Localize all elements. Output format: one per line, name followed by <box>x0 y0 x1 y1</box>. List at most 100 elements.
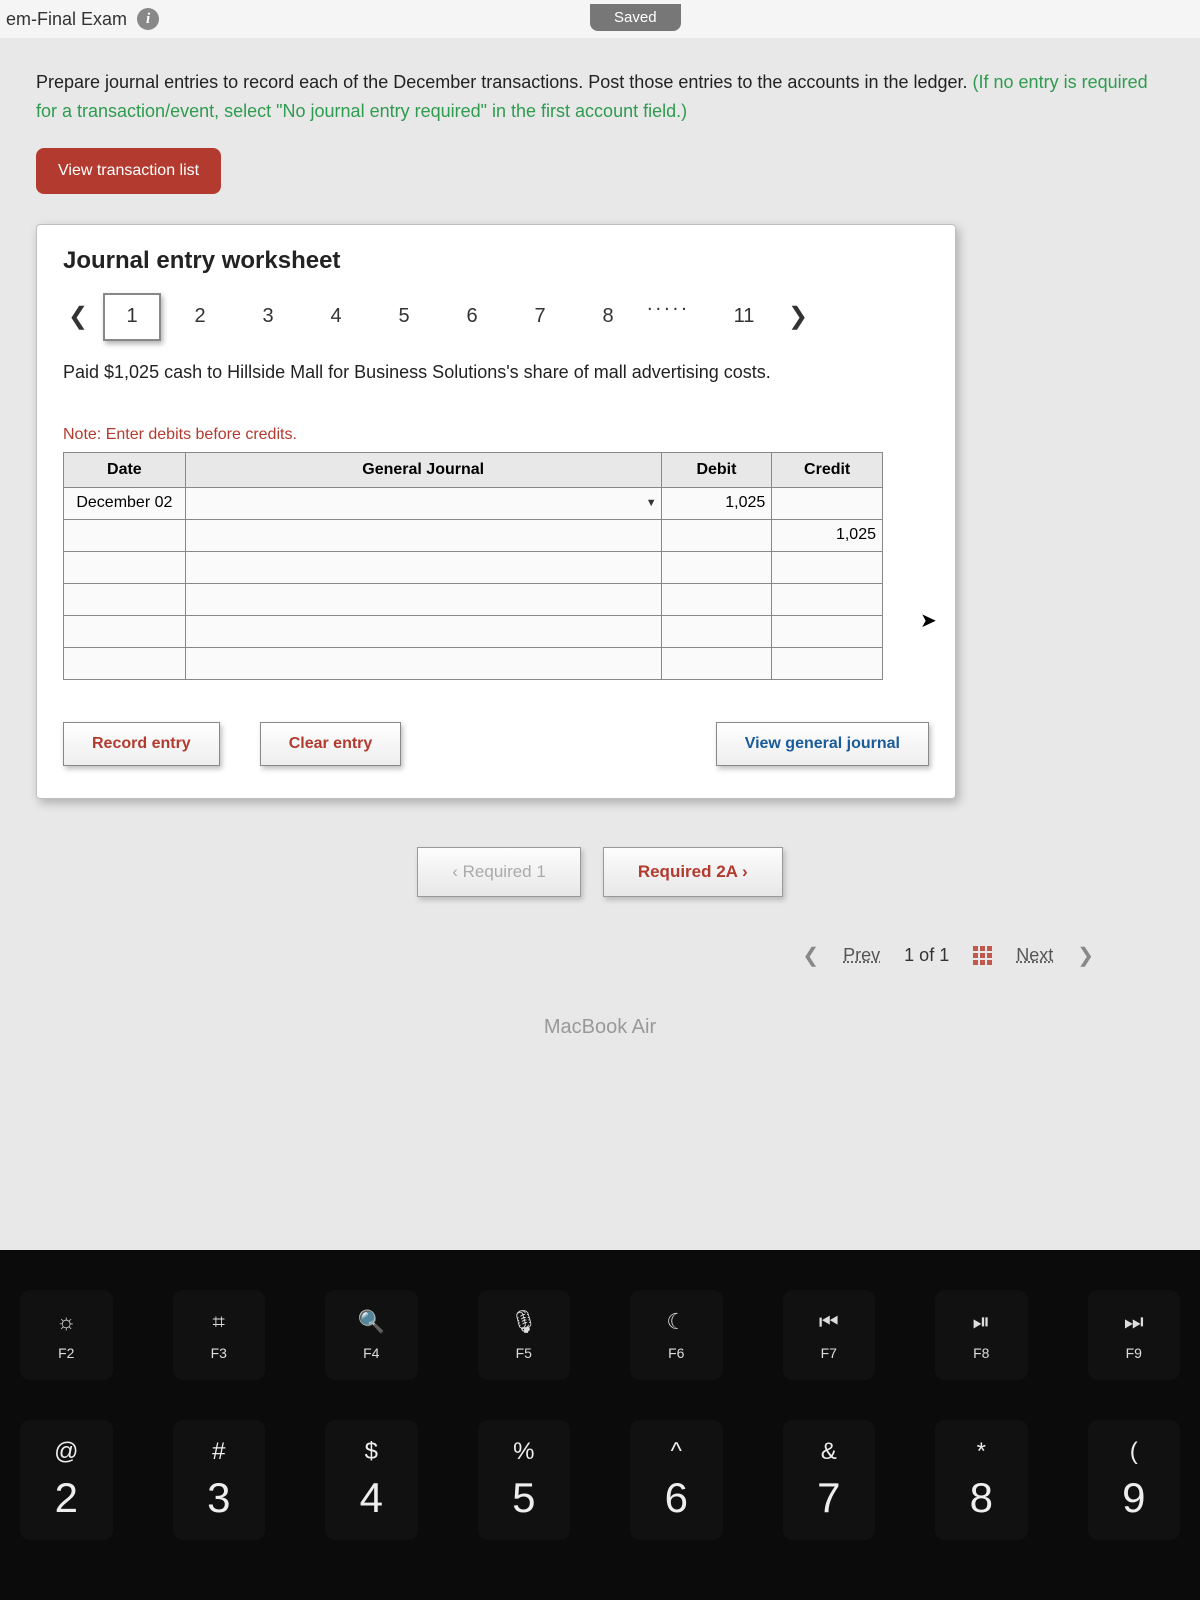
pager-prev-chevron-icon[interactable]: ❮ <box>802 943 819 968</box>
table-row <box>64 551 883 583</box>
laptop-label: MacBook Air <box>36 1016 1164 1039</box>
key-f6: ☾F6 <box>630 1290 723 1380</box>
cell-gj[interactable]: ▼ <box>185 487 661 519</box>
search-icon: 🔍 <box>358 1309 385 1335</box>
worksheet-title: Journal entry worksheet <box>63 247 929 275</box>
moon-icon: ☾ <box>666 1309 686 1335</box>
cell-date[interactable] <box>64 615 186 647</box>
table-row <box>64 583 883 615</box>
key-f8: ⏯F8 <box>935 1290 1028 1380</box>
journal-worksheet-card: Journal entry worksheet ❮ 1 2 3 4 5 6 7 … <box>36 224 956 799</box>
key-f5: 🎙F5 <box>478 1290 571 1380</box>
col-debit-header: Debit <box>661 452 772 487</box>
required-1-button: ‹ Required 1 <box>417 847 581 897</box>
cell-gj[interactable] <box>185 647 661 679</box>
cell-date[interactable] <box>64 647 186 679</box>
fast-forward-icon: ⏭ <box>1124 1309 1144 1335</box>
tab-1[interactable]: 1 <box>103 293 161 341</box>
cell-debit[interactable] <box>661 551 772 583</box>
pager-row: ❮ Prev 1 of 1 Next ❯ <box>36 943 1164 968</box>
key-5: %5 <box>478 1420 571 1540</box>
cell-credit[interactable] <box>772 583 883 615</box>
pager-prev-link[interactable]: Prev <box>843 945 880 966</box>
cell-gj[interactable] <box>185 551 661 583</box>
key-8: *8 <box>935 1420 1028 1540</box>
keyboard-frow: ☼F2 ⌗F3 🔍F4 🎙F5 ☾F6 ⏮F7 ⏯F8 ⏭F9 <box>20 1290 1180 1380</box>
key-f3: ⌗F3 <box>173 1290 266 1380</box>
cell-credit[interactable] <box>772 647 883 679</box>
mic-icon: 🎙 <box>510 1309 538 1335</box>
table-row <box>64 647 883 679</box>
col-credit-header: Credit <box>772 452 883 487</box>
col-gj-header: General Journal <box>185 452 661 487</box>
pager-next-link[interactable]: Next <box>1016 945 1053 966</box>
key-f4: 🔍F4 <box>325 1290 418 1380</box>
tabs-next-chevron-icon[interactable]: ❯ <box>783 293 813 341</box>
transaction-description: Paid $1,025 cash to Hillside Mall for Bu… <box>63 359 929 386</box>
tab-6[interactable]: 6 <box>443 293 501 341</box>
cell-debit[interactable] <box>661 519 772 551</box>
key-2: @2 <box>20 1420 113 1540</box>
view-general-journal-button[interactable]: View general journal <box>716 722 929 766</box>
cell-gj[interactable] <box>185 583 661 615</box>
cell-credit[interactable]: 1,025 <box>772 519 883 551</box>
content-area: Prepare journal entries to record each o… <box>0 38 1200 1039</box>
worksheet-tabs: ❮ 1 2 3 4 5 6 7 8 ..... 11 ❯ <box>63 293 929 341</box>
key-f2: ☼F2 <box>20 1290 113 1380</box>
mission-control-icon: ⌗ <box>213 1309 225 1335</box>
cell-gj[interactable] <box>185 519 661 551</box>
worksheet-action-row: Record entry Clear entry View general jo… <box>63 722 929 766</box>
cell-date[interactable] <box>64 519 186 551</box>
rewind-icon: ⏮ <box>819 1309 839 1335</box>
tab-2[interactable]: 2 <box>171 293 229 341</box>
tab-8[interactable]: 8 <box>579 293 637 341</box>
page-title: em-Final Exam <box>6 9 127 30</box>
key-f9: ⏭F9 <box>1088 1290 1181 1380</box>
tab-ellipsis: ..... <box>647 293 705 341</box>
dropdown-arrow-icon[interactable]: ▼ <box>646 497 657 509</box>
required-nav-row: ‹ Required 1 Required 2A › <box>36 847 1164 897</box>
key-f7: ⏮F7 <box>783 1290 876 1380</box>
key-7: &7 <box>783 1420 876 1540</box>
table-row: December 02 ▼ 1,025 <box>64 487 883 519</box>
key-9: (9 <box>1088 1420 1181 1540</box>
journal-table: Date General Journal Debit Credit Decemb… <box>63 452 883 680</box>
cell-debit[interactable]: 1,025 <box>661 487 772 519</box>
col-date-header: Date <box>64 452 186 487</box>
cell-credit[interactable] <box>772 487 883 519</box>
cell-credit[interactable] <box>772 551 883 583</box>
clear-entry-button[interactable]: Clear entry <box>260 722 402 766</box>
grid-icon[interactable] <box>973 946 992 965</box>
view-transaction-list-button[interactable]: View transaction list <box>36 148 221 194</box>
pager-next-chevron-icon[interactable]: ❯ <box>1077 943 1094 968</box>
tab-11[interactable]: 11 <box>715 293 773 341</box>
tab-5[interactable]: 5 <box>375 293 433 341</box>
cell-credit[interactable] <box>772 615 883 647</box>
instructions-text: Prepare journal entries to record each o… <box>36 68 1164 126</box>
key-4: $4 <box>325 1420 418 1540</box>
cell-gj[interactable] <box>185 615 661 647</box>
play-pause-icon: ⏯ <box>972 1309 990 1335</box>
cell-date[interactable] <box>64 551 186 583</box>
info-icon[interactable]: i <box>137 8 159 30</box>
record-entry-button[interactable]: Record entry <box>63 722 220 766</box>
instructions-black: Prepare journal entries to record each o… <box>36 72 973 92</box>
saved-indicator: Saved <box>590 4 681 31</box>
tab-7[interactable]: 7 <box>511 293 569 341</box>
cell-debit[interactable] <box>661 615 772 647</box>
tabs-prev-chevron-icon[interactable]: ❮ <box>63 293 93 341</box>
cell-debit[interactable] <box>661 583 772 615</box>
key-3: #3 <box>173 1420 266 1540</box>
tab-4[interactable]: 4 <box>307 293 365 341</box>
brightness-icon: ☼ <box>56 1309 76 1335</box>
pager-position: 1 of 1 <box>904 945 949 966</box>
required-2a-button[interactable]: Required 2A › <box>603 847 783 897</box>
keyboard: ☼F2 ⌗F3 🔍F4 🎙F5 ☾F6 ⏮F7 ⏯F8 ⏭F9 @2 #3 $4… <box>0 1250 1200 1600</box>
tab-3[interactable]: 3 <box>239 293 297 341</box>
cell-date[interactable] <box>64 583 186 615</box>
table-row <box>64 615 883 647</box>
cell-date[interactable]: December 02 <box>64 487 186 519</box>
key-6: ^6 <box>630 1420 723 1540</box>
cell-debit[interactable] <box>661 647 772 679</box>
keyboard-numrow: @2 #3 $4 %5 ^6 &7 *8 (9 <box>20 1420 1180 1540</box>
